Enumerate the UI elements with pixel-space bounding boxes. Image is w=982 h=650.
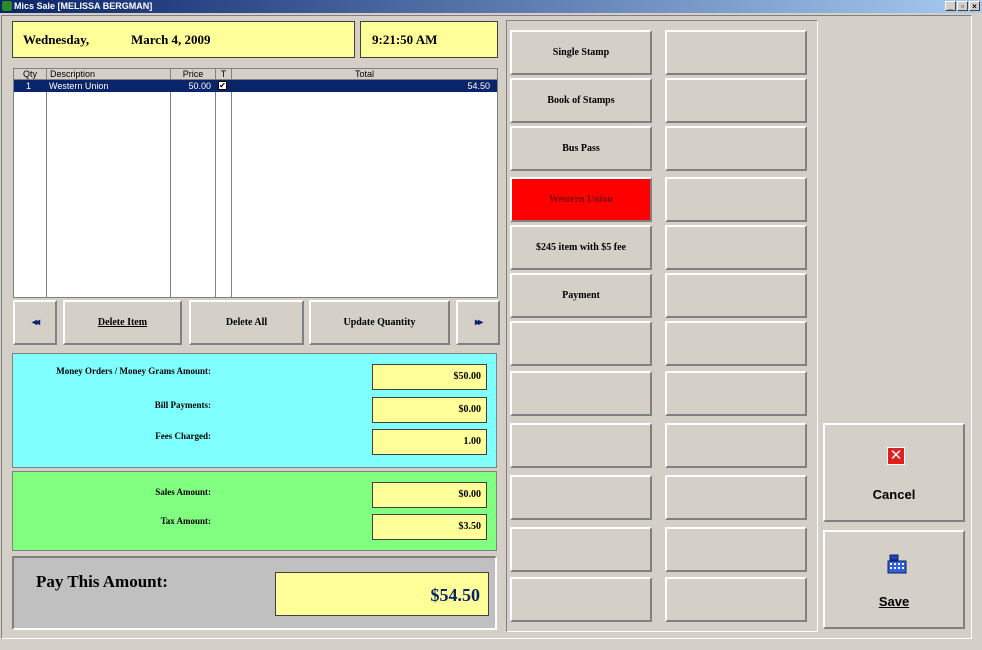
column-divider — [215, 80, 216, 297]
save-label: Save — [878, 594, 910, 609]
single-stamp-button[interactable]: Single Stamp — [510, 30, 652, 75]
delete-all-button[interactable]: Delete All — [189, 300, 304, 345]
next-button[interactable]: ▸▸ — [456, 300, 500, 345]
bus-pass-button[interactable]: Bus Pass — [510, 126, 652, 171]
save-button[interactable]: Save — [823, 530, 965, 629]
sales-amount-label: Sales Amount: — [155, 487, 211, 497]
bill-payments-label: Bill Payments: — [154, 400, 211, 410]
empty-item-button[interactable] — [510, 321, 652, 366]
update-quantity-button[interactable]: Update Quantity — [309, 300, 450, 345]
fees-charged-label: Fees Charged: — [155, 431, 211, 441]
tax-amount-label: Tax Amount: — [160, 516, 211, 526]
pay-amount-label: Pay This Amount: — [36, 572, 168, 591]
empty-item-button[interactable] — [665, 30, 807, 75]
previous-button[interactable]: ◂◂ — [13, 300, 57, 345]
empty-item-button[interactable] — [510, 423, 652, 468]
date-label: March 4, 2009 — [131, 32, 211, 47]
empty-item-button[interactable] — [510, 371, 652, 416]
empty-item-button[interactable] — [510, 527, 652, 572]
empty-item-button[interactable] — [665, 475, 807, 520]
empty-item-button[interactable] — [665, 321, 807, 366]
column-divider — [46, 80, 47, 297]
column-divider — [231, 80, 232, 297]
empty-item-button[interactable] — [665, 126, 807, 171]
pay-amount-field: $54.50 — [275, 572, 489, 616]
money-orders-field[interactable]: $50.00 — [372, 364, 487, 390]
column-header-taxable[interactable]: T — [216, 69, 232, 80]
column-divider — [170, 80, 171, 297]
day-label: Wednesday, — [23, 32, 90, 47]
empty-item-button[interactable] — [665, 423, 807, 468]
item-245-with-fee-button[interactable]: $245 item with $5 fee — [510, 225, 652, 270]
bill-payments-field[interactable]: $0.00 — [372, 397, 487, 423]
payment-button[interactable]: Payment — [510, 273, 652, 318]
money-orders-panel: Money Orders / Money Grams Amount: $50.0… — [12, 353, 497, 468]
time-display: 9:21:50 AM — [360, 21, 498, 58]
column-header-qty[interactable]: Qty — [14, 69, 47, 80]
close-button[interactable]: × — [969, 1, 980, 11]
row-qty: 1 — [26, 81, 32, 91]
table-row[interactable]: 1 Western Union 50.00 ✔ 54.50 — [14, 80, 497, 92]
empty-item-button[interactable] — [665, 273, 807, 318]
date-display: Wednesday, March 4, 2009 — [12, 21, 355, 58]
taxable-checkbox[interactable]: ✔ — [218, 81, 227, 90]
time-label: 9:21:50 AM — [372, 32, 438, 47]
empty-item-button[interactable] — [510, 475, 652, 520]
sales-panel: Sales Amount: $0.00 Tax Amount: $3.50 — [12, 471, 497, 551]
empty-item-button[interactable] — [665, 225, 807, 270]
empty-item-button[interactable] — [665, 577, 807, 622]
column-header-total[interactable]: Total — [232, 69, 497, 80]
money-orders-label: Money Orders / Money Grams Amount: — [56, 366, 211, 376]
empty-item-button[interactable] — [665, 371, 807, 416]
double-left-arrow-icon: ◂◂ — [31, 317, 40, 328]
app-icon — [2, 1, 12, 11]
red-x-icon: ✕ — [887, 447, 905, 465]
column-header-description[interactable]: Description — [47, 69, 171, 80]
row-description: Western Union — [49, 81, 109, 91]
empty-item-button[interactable] — [510, 577, 652, 622]
row-price: 50.00 — [188, 81, 211, 91]
minimize-button[interactable]: _ — [945, 1, 956, 11]
delete-item-button[interactable]: Delete Item — [63, 300, 182, 345]
title-bar: Mics Sale [MELISSA BERGMAN] _ ▫ × — [0, 0, 982, 13]
western-union-button[interactable]: Western Union — [510, 177, 652, 222]
double-right-arrow-icon: ▸▸ — [474, 317, 483, 328]
book-of-stamps-button[interactable]: Book of Stamps — [510, 78, 652, 123]
empty-item-button[interactable] — [665, 527, 807, 572]
sales-amount-field[interactable]: $0.00 — [372, 482, 487, 508]
fees-charged-field[interactable]: 1.00 — [372, 429, 487, 455]
empty-item-button[interactable] — [665, 177, 807, 222]
sale-items-grid[interactable]: Qty Description Price T Total 1 Western … — [13, 68, 498, 298]
window-title: Mics Sale [MELISSA BERGMAN] — [14, 1, 153, 11]
pay-panel: Pay This Amount: $54.50 — [12, 556, 497, 630]
row-total: 54.50 — [467, 81, 490, 91]
cancel-button[interactable]: ✕ Cancel — [823, 423, 965, 522]
column-header-price[interactable]: Price — [171, 69, 216, 80]
tax-amount-field[interactable]: $3.50 — [372, 514, 487, 540]
cancel-label: Cancel — [872, 487, 916, 502]
cash-register-icon — [887, 554, 907, 574]
maximize-button[interactable]: ▫ — [957, 1, 968, 11]
empty-item-button[interactable] — [665, 78, 807, 123]
